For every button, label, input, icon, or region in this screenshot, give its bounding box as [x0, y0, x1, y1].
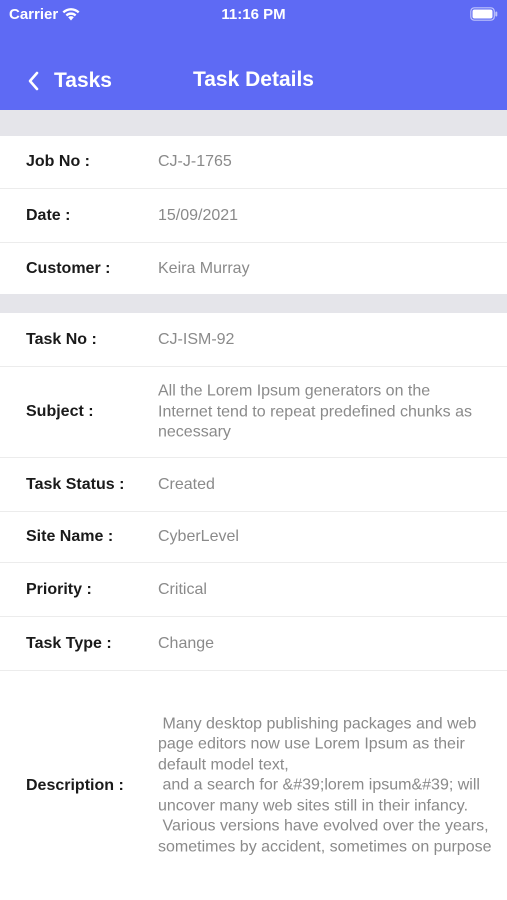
- detail-row-job-no: Job No : CJ-J-1765: [0, 136, 507, 189]
- task-type-label: Task Type :: [26, 634, 112, 652]
- task-status-label: Task Status :: [26, 475, 125, 493]
- detail-row-customer: Customer : Keira Murray: [0, 243, 507, 294]
- description-value: Many desktop publishing packages and web…: [158, 714, 492, 855]
- status-bar: Carrier 11:16 PM: [0, 0, 507, 28]
- page-title: Task Details: [192, 68, 314, 91]
- detail-row-date: Date : 15/09/2021: [0, 189, 507, 243]
- job-no-value: CJ-J-1765: [158, 152, 232, 170]
- subject-value: All the Lorem Ipsum generators on the In…: [158, 382, 477, 441]
- subject-label: Subject :: [26, 403, 94, 420]
- description-label: Description :: [26, 776, 124, 794]
- task-no-label: Task No :: [26, 330, 97, 348]
- detail-row-task-no: Task No : CJ-ISM-92: [0, 313, 507, 367]
- customer-label: Customer :: [26, 259, 111, 277]
- detail-row-task-status: Task Status : Created: [0, 458, 507, 512]
- date-value: 15/09/2021: [158, 206, 239, 224]
- detail-row-site-name: Site Name : CyberLevel: [0, 512, 507, 563]
- task-no-value: CJ-ISM-92: [158, 330, 235, 348]
- detail-row-task-type: Task Type : Change: [0, 617, 507, 671]
- status-time: 11:16 PM: [221, 6, 286, 23]
- task-type-value: Change: [158, 634, 215, 652]
- detail-row-priority: Priority : Critical: [0, 563, 507, 617]
- site-name-value: CyberLevel: [158, 527, 239, 545]
- priority-value: Critical: [158, 580, 207, 598]
- navigation-header: Carrier 11:16 PM Tasks Task Details: [0, 0, 507, 110]
- nav-bar: Tasks Task Details: [0, 50, 507, 110]
- priority-label: Priority :: [26, 580, 92, 598]
- date-label: Date :: [26, 206, 71, 224]
- task-status-value: Created: [158, 475, 215, 493]
- section-separator: [0, 110, 507, 136]
- detail-row-description: Description : Many desktop publishing pa…: [0, 671, 507, 900]
- customer-value: Keira Murray: [158, 259, 250, 277]
- section-separator: [0, 294, 507, 313]
- detail-row-subject: Subject : All the Lorem Ipsum generators…: [0, 367, 507, 458]
- battery-icon: [470, 7, 498, 21]
- site-name-label: Site Name :: [26, 528, 114, 545]
- job-no-label: Job No :: [26, 153, 90, 170]
